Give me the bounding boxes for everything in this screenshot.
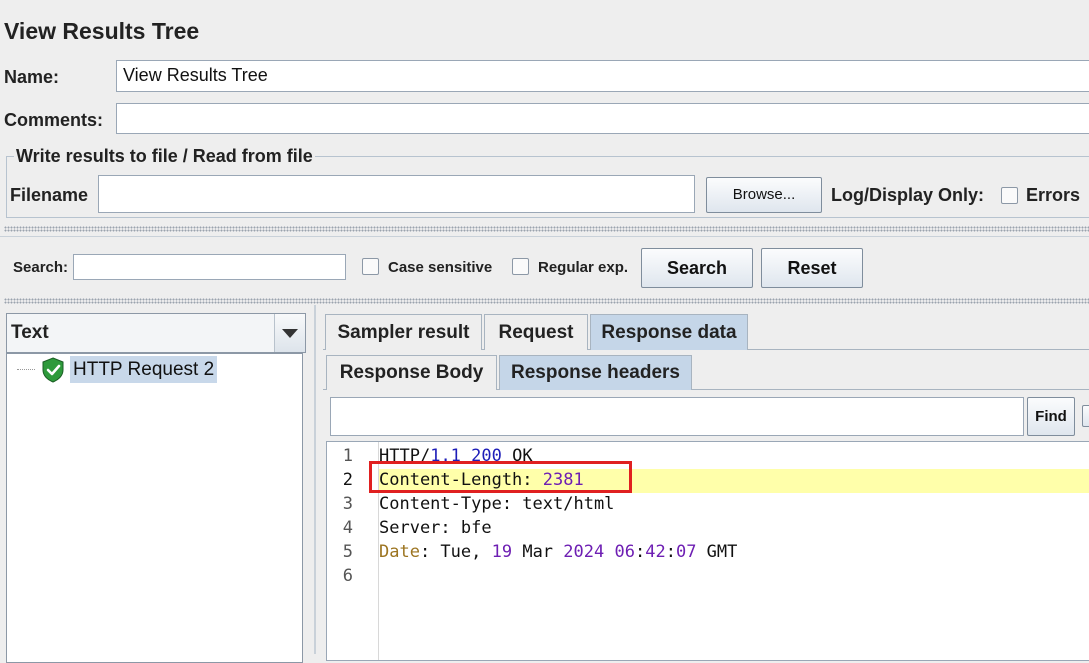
code-token: Content-Type [379, 494, 502, 514]
tab-sampler-result[interactable]: Sampler result [325, 314, 482, 350]
success-shield-icon [39, 356, 67, 384]
renderer-selected: Text [11, 322, 49, 343]
code-token: 19 [491, 542, 513, 562]
tab-response-data[interactable]: Response data [590, 314, 748, 350]
tab-response-headers[interactable]: Response headers [499, 355, 692, 390]
code-token: Date [379, 542, 420, 562]
response-headers-editor[interactable]: 123456 HTTP/1.1 200 OK Content-Length: 23… [326, 441, 1089, 661]
tab-response-body[interactable]: Response Body [326, 355, 497, 390]
regular-exp-label: Regular exp. [538, 259, 629, 276]
file-group-legend: Write results to file / Read from file [14, 146, 315, 167]
splitter-handle[interactable] [4, 226, 1089, 232]
name-label: Name: [4, 67, 60, 87]
comments-label: Comments: [4, 110, 104, 130]
name-field[interactable]: View Results Tree [116, 60, 1089, 92]
code-token: Server [379, 518, 441, 538]
log-display-label: Log/Display Only: [831, 185, 985, 205]
code-token: : bfe [440, 518, 492, 538]
line-number: 3 [342, 494, 353, 514]
code-token: 06 [614, 542, 635, 562]
case-sensitive-checkbox[interactable] [362, 258, 379, 275]
code-token: Mar [512, 542, 564, 562]
line-number: 2 [342, 470, 353, 490]
find-option-button[interactable] [1082, 405, 1089, 427]
code-token: : [634, 542, 646, 562]
line-number: 1 [342, 446, 353, 466]
errors-label: Errors [1026, 185, 1081, 205]
filename-field[interactable] [98, 175, 695, 213]
case-sensitive-label: Case sensitive [388, 259, 493, 276]
line-number: 4 [342, 518, 353, 538]
code-token: 2024 [563, 542, 605, 562]
code-token: : [665, 542, 676, 562]
comments-field[interactable] [116, 103, 1089, 134]
panel-title: View Results Tree [4, 18, 200, 44]
line-number: 5 [342, 542, 353, 562]
code-token: GMT [696, 542, 738, 562]
line-number: 6 [342, 566, 353, 586]
splitter-handle-lower[interactable] [4, 298, 1089, 304]
find-button[interactable]: Find [1027, 397, 1075, 436]
code-line: Content-Type: text/html [379, 492, 737, 516]
code-token: : text/html [501, 494, 615, 514]
code-token: 07 [675, 542, 697, 562]
results-tree: HTTP Request 2 [6, 353, 303, 663]
line-numbers: 1 2 3 4 5 6 [331, 444, 353, 588]
code-token: : Tue, [419, 542, 492, 562]
errors-checkbox[interactable] [1001, 187, 1018, 204]
annotation-highlight-box [369, 461, 632, 493]
tree-connector [17, 369, 35, 370]
browse-button[interactable]: Browse... [706, 177, 822, 213]
pane-divider[interactable] [314, 305, 316, 654]
code-line: Server: bfe [379, 516, 737, 540]
tree-item-http-request[interactable]: HTTP Request 2 [70, 356, 218, 383]
chevron-down-icon[interactable] [274, 314, 305, 352]
find-input[interactable] [330, 397, 1024, 436]
code-token: 42 [645, 542, 666, 562]
search-button[interactable]: Search [641, 248, 753, 288]
search-input[interactable] [73, 254, 346, 280]
search-label: Search: [13, 259, 69, 276]
filename-label: Filename [10, 185, 89, 205]
reset-button[interactable]: Reset [761, 248, 863, 288]
code-line: Date: Tue, 19 Mar 2024 06:42:07 GMT [379, 540, 737, 564]
regular-exp-checkbox[interactable] [512, 258, 529, 275]
tab-request[interactable]: Request [484, 314, 588, 350]
renderer-combo[interactable]: Text [6, 313, 306, 353]
